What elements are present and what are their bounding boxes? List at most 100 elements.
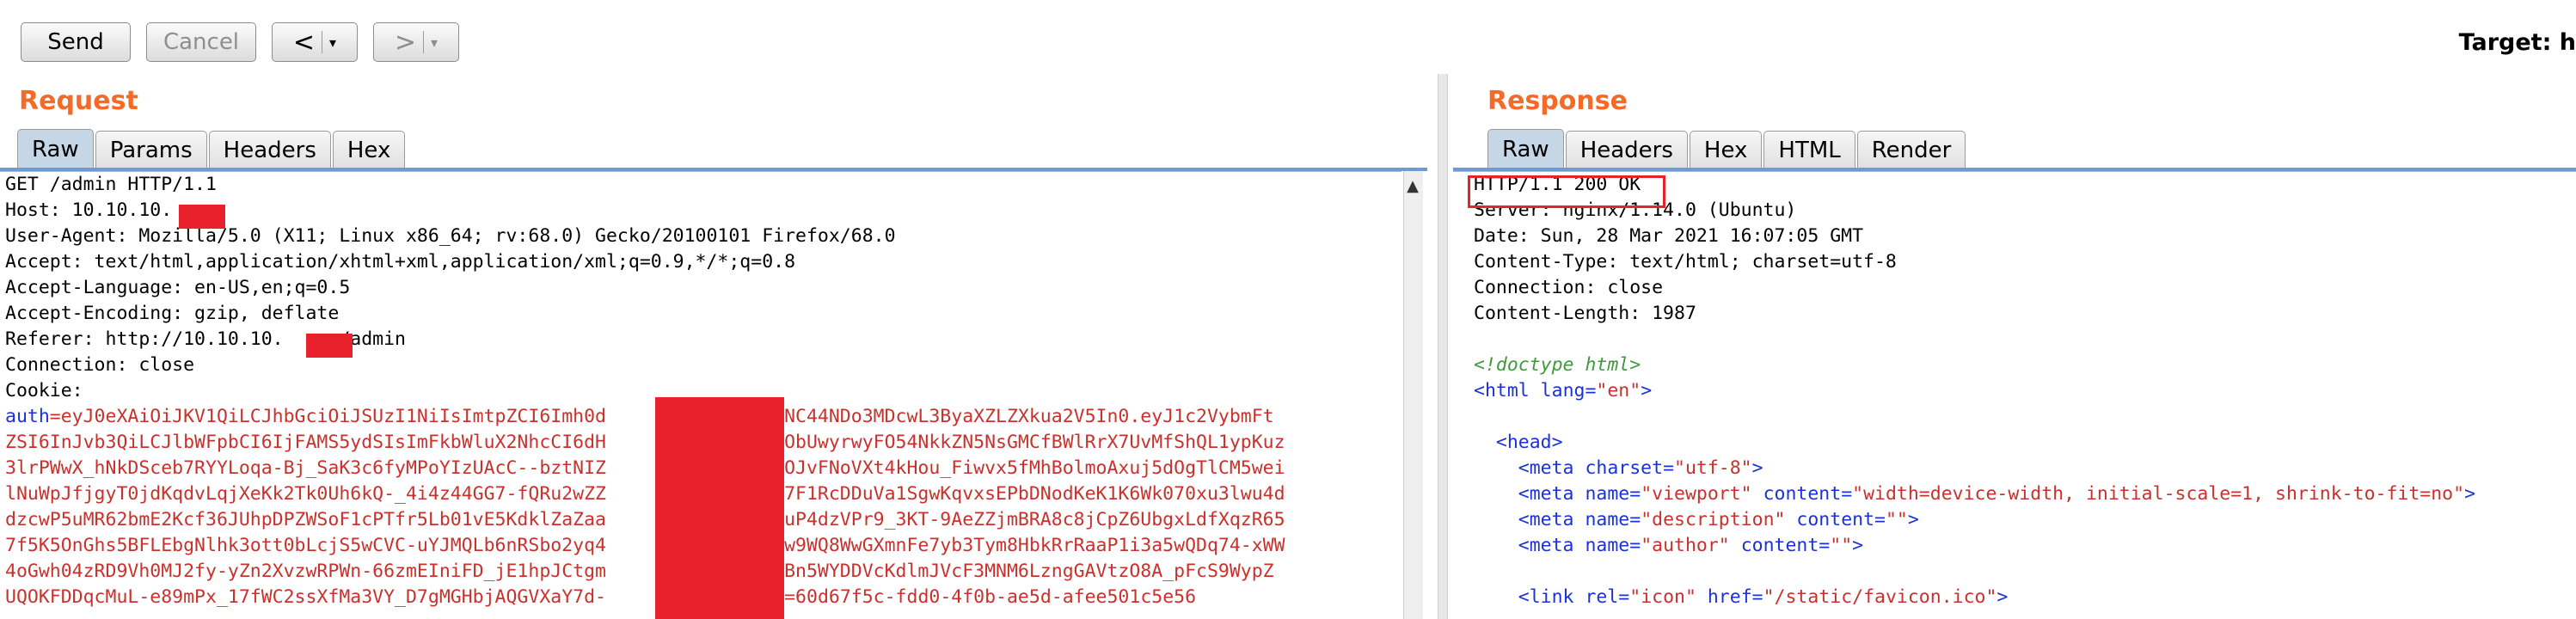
cookie-value: UQOKFDDqcMuL-e89mPx_17fWC2ssXfMa3VY_D7gM… bbox=[5, 586, 606, 608]
html-attr: content= bbox=[1785, 509, 1886, 530]
cookie-value: lNuWpJfjgyT0jdKqdvLqjXeKk2Tk0Uh6kQ-_4i4z… bbox=[5, 483, 1285, 505]
response-header-line: Connection: close bbox=[1474, 277, 1664, 298]
response-editor[interactable]: HTTP/1.1 200 OK Server: nginx/1.14.0 (Ubu… bbox=[1453, 171, 2576, 619]
html-attr: name= bbox=[1573, 535, 1641, 556]
chevron-down-icon[interactable]: ▾ bbox=[431, 34, 438, 51]
response-header-line: Date: Sun, 28 Mar 2021 16:07:05 GMT bbox=[1474, 225, 1864, 247]
forward-arrow-icon: > bbox=[394, 27, 417, 58]
html-tag-end: > bbox=[1641, 380, 1653, 401]
send-button-label: Send bbox=[47, 29, 104, 55]
button-separator bbox=[423, 31, 425, 53]
html-attr-value: "width=device-width, initial-scale=1, sh… bbox=[1852, 483, 2465, 505]
html-tag-line: <meta charset="utf-8"> bbox=[1474, 456, 2576, 481]
html-attr: charset= bbox=[1573, 457, 1675, 479]
html-tag: <meta bbox=[1518, 483, 1574, 505]
request-line: Accept: text/html,application/xhtml+xml,… bbox=[5, 251, 796, 273]
html-tag-line: <meta name="viewport" content="width=dev… bbox=[1474, 481, 2576, 507]
tab-render[interactable]: Render bbox=[1856, 131, 1966, 169]
html-tag-end: > bbox=[1996, 586, 2009, 608]
cookie-value: ZSI6InJvb3QiLCJlbWFpbCI6IjFAMS5ydSIsImFk… bbox=[5, 432, 1285, 453]
tab-raw[interactable]: Raw bbox=[17, 129, 94, 169]
request-line: Referer: http://10.10.10. /admin bbox=[5, 328, 406, 350]
html-attr-value: "" bbox=[1830, 535, 1853, 556]
cookie-value: 3lrPWwX_hNkDSceb7RYYLoqa-Bj_SaK3c6fyMPoY… bbox=[5, 457, 1285, 479]
redaction-box bbox=[306, 334, 353, 358]
html-attr-value: "author" bbox=[1641, 535, 1730, 556]
toolbar: Send Cancel < ▾ > ▾ Target: h bbox=[0, 0, 2576, 86]
html-tag-line: <meta name="author" content=""> bbox=[1474, 533, 2576, 559]
html-attr-value: "" bbox=[1885, 509, 1908, 530]
tab-params[interactable]: Params bbox=[95, 131, 207, 169]
html-tag-line: <head> bbox=[1474, 430, 2576, 456]
html-attr-value: "icon" bbox=[1629, 586, 1696, 608]
html-attr-value: "en" bbox=[1596, 380, 1641, 401]
html-attr-value: "utf-8" bbox=[1674, 457, 1752, 479]
back-arrow-icon: < bbox=[292, 27, 316, 58]
target-label[interactable]: Target: h bbox=[2459, 29, 2576, 56]
html-tag-end: > bbox=[1751, 457, 1763, 479]
cancel-button[interactable]: Cancel bbox=[146, 22, 256, 62]
html-attr: rel= bbox=[1573, 586, 1630, 608]
response-tabs: Raw Headers Hex HTML Render bbox=[1487, 129, 1967, 169]
chevron-down-icon[interactable]: ▾ bbox=[329, 34, 336, 51]
html-tag: <html bbox=[1474, 380, 1530, 401]
tab-headers[interactable]: Headers bbox=[1565, 131, 1688, 169]
pane-splitter[interactable] bbox=[1438, 74, 1448, 619]
response-header-line: Content-Type: text/html; charset=utf-8 bbox=[1474, 251, 1897, 273]
html-attr-value: "description" bbox=[1641, 509, 1786, 530]
tab-hex[interactable]: Hex bbox=[332, 131, 406, 169]
html-attr: content= bbox=[1751, 483, 1853, 505]
html-attr-value: "viewport" bbox=[1641, 483, 1752, 505]
html-tag-end: > bbox=[1907, 509, 1919, 530]
cookie-value: =60d67f5c-fdd0-4f0b-ae5d-afee501c5e56 bbox=[784, 586, 1197, 608]
send-button[interactable]: Send bbox=[21, 22, 131, 62]
tab-html[interactable]: HTML bbox=[1763, 131, 1855, 169]
html-tag: <meta bbox=[1518, 509, 1574, 530]
tab-hex[interactable]: Hex bbox=[1689, 131, 1763, 169]
request-tabs: Raw Params Headers Hex bbox=[17, 129, 407, 169]
scroll-up-icon[interactable]: ▲ bbox=[1403, 173, 1422, 199]
html-tag-line: <link rel="icon" href="/static/favicon.i… bbox=[1474, 585, 2576, 610]
cookie-value: 7f5K5OnGhs5BFLEbgNlhk3ott0bLcjS5wCVC-uYJ… bbox=[5, 535, 1285, 556]
request-line: GET /admin HTTP/1.1 bbox=[5, 174, 217, 195]
html-attr: href= bbox=[1696, 586, 1763, 608]
cookie-value: dzcwP5uMR62bmE2Kcf36JUhpDPZWSoF1cPTfr5Lb… bbox=[5, 509, 1285, 530]
html-tag-line: <meta name="description" content=""> bbox=[1474, 507, 2576, 533]
response-header-line: Content-Length: 1987 bbox=[1474, 303, 1696, 324]
tab-headers[interactable]: Headers bbox=[208, 131, 331, 169]
redaction-box bbox=[655, 397, 784, 619]
html-attr-value: "/static/favicon.ico" bbox=[1763, 586, 1997, 608]
request-pane: Request Raw Params Headers Hex GET /admin H… bbox=[0, 74, 1438, 619]
html-attr: content= bbox=[1729, 535, 1831, 556]
html-attr: name= bbox=[1573, 483, 1641, 505]
cancel-button-label: Cancel bbox=[163, 29, 240, 55]
tab-raw[interactable]: Raw bbox=[1487, 129, 1564, 169]
request-title: Request bbox=[19, 86, 138, 116]
request-line: Connection: close bbox=[5, 354, 195, 376]
html-tag: <meta bbox=[1518, 457, 1574, 479]
html-tag-end: > bbox=[2464, 483, 2476, 505]
html-attr: lang= bbox=[1529, 380, 1597, 401]
html-tag: <meta bbox=[1518, 535, 1574, 556]
request-line: Accept-Language: en-US,en;q=0.5 bbox=[5, 277, 351, 298]
redaction-box bbox=[179, 205, 225, 229]
response-title: Response bbox=[1487, 86, 1628, 116]
cookie-value: 4oGwh04zRD9Vh0MJ2fy-yZn2XvzwRPWn-66zmEIn… bbox=[5, 561, 1274, 582]
html-tag-end: > bbox=[1852, 535, 1864, 556]
cookie-name: auth bbox=[5, 406, 50, 427]
html-attr: name= bbox=[1573, 509, 1641, 530]
forward-button[interactable]: > ▾ bbox=[373, 22, 459, 62]
html-tag: <link bbox=[1518, 586, 1574, 608]
request-scrollbar[interactable] bbox=[1403, 171, 1423, 619]
html-tag-line: <html lang="en"> bbox=[1474, 378, 2576, 404]
back-button[interactable]: < ▾ bbox=[272, 22, 358, 62]
request-line: Accept-Encoding: gzip, deflate bbox=[5, 303, 340, 324]
